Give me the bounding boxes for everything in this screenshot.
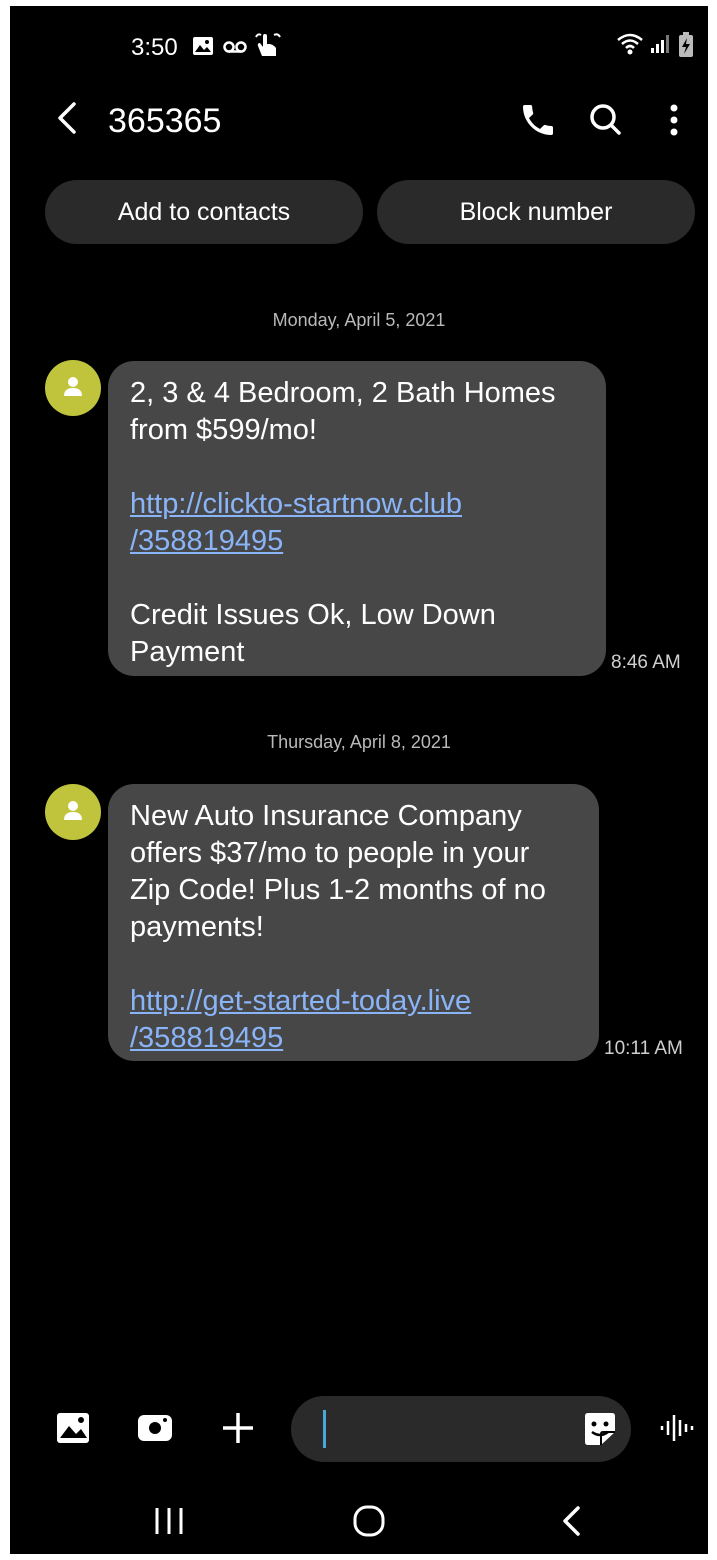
message-text: 2, 3 & 4 Bedroom, 2 Bath Homes bbox=[130, 377, 556, 409]
message-link[interactable]: http://clickto-startnow.club bbox=[130, 488, 462, 520]
block-number-button[interactable]: Block number bbox=[377, 180, 695, 244]
message-link[interactable]: /358819495 bbox=[130, 1022, 283, 1054]
plus-icon[interactable] bbox=[218, 1408, 258, 1448]
more-options-icon[interactable] bbox=[654, 100, 694, 140]
status-time: 3:50 bbox=[131, 34, 178, 61]
sticker-icon[interactable] bbox=[581, 1410, 619, 1453]
camera-icon[interactable] bbox=[136, 1408, 176, 1448]
back-icon[interactable] bbox=[552, 1502, 592, 1542]
avatar[interactable] bbox=[45, 784, 101, 840]
message-text: from $599/mo! bbox=[130, 414, 317, 446]
signal-icon bbox=[650, 34, 672, 59]
battery-icon bbox=[678, 32, 694, 63]
message-timestamp: 10:11 AM bbox=[604, 1038, 683, 1059]
messages-screen: 3:50 365365 Add to contacts Block number… bbox=[10, 6, 708, 1554]
touch-icon bbox=[254, 32, 282, 63]
message-text: offers $37/mo to people in your bbox=[130, 837, 530, 869]
phone-icon[interactable] bbox=[518, 100, 558, 140]
message-bubble[interactable]: 2, 3 & 4 Bedroom, 2 Bath Homes from $599… bbox=[108, 361, 606, 676]
message-link[interactable]: http://get-started-today.live bbox=[130, 985, 471, 1017]
home-icon[interactable] bbox=[350, 1502, 390, 1542]
voice-icon[interactable] bbox=[658, 1408, 698, 1448]
avatar[interactable] bbox=[45, 360, 101, 416]
voicemail-icon bbox=[223, 40, 247, 59]
add-to-contacts-button[interactable]: Add to contacts bbox=[45, 180, 363, 244]
text-cursor bbox=[323, 1410, 326, 1448]
gallery-notification-icon bbox=[192, 36, 214, 61]
conversation-title: 365365 bbox=[108, 102, 222, 140]
recents-icon[interactable] bbox=[149, 1502, 189, 1542]
message-text: Payment bbox=[130, 636, 245, 668]
search-icon[interactable] bbox=[586, 100, 626, 140]
message-timestamp: 8:46 AM bbox=[611, 652, 681, 673]
message-link[interactable]: /358819495 bbox=[130, 525, 283, 557]
wifi-icon bbox=[616, 32, 644, 61]
message-bubble[interactable]: New Auto Insurance Company offers $37/mo… bbox=[108, 784, 599, 1061]
message-text: Zip Code! Plus 1-2 months of no bbox=[130, 874, 546, 906]
message-input[interactable] bbox=[291, 1396, 631, 1462]
status-bar: 3:50 bbox=[10, 26, 708, 70]
back-arrow-icon[interactable] bbox=[48, 98, 88, 138]
message-text: New Auto Insurance Company bbox=[130, 800, 522, 832]
date-divider: Thursday, April 8, 2021 bbox=[267, 732, 451, 752]
message-text: Credit Issues Ok, Low Down bbox=[130, 599, 496, 631]
gallery-icon[interactable] bbox=[54, 1408, 94, 1448]
date-divider: Monday, April 5, 2021 bbox=[272, 310, 446, 330]
message-text: payments! bbox=[130, 911, 264, 943]
